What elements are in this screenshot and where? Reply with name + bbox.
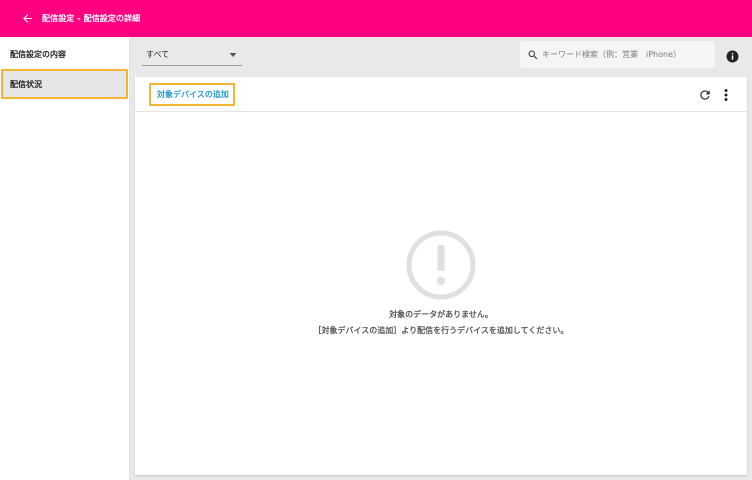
arrow-left-icon: [22, 14, 32, 23]
refresh-icon: [700, 90, 710, 100]
main-content: すべて 対象デバイスの追加: [130, 37, 752, 480]
more-vert-icon: [724, 89, 728, 101]
card-header: 対象デバイスの追加: [135, 77, 747, 112]
page-title: 配信設定 - 配信設定の詳細: [42, 14, 141, 23]
info-icon: [726, 50, 739, 63]
filter-select-value: すべて: [146, 50, 170, 59]
refresh-button[interactable]: [698, 87, 712, 101]
sidebar: 配信設定の内容 配信状況: [0, 37, 130, 480]
more-options-button[interactable]: [721, 87, 731, 101]
sidebar-item-delivery-status[interactable]: 配信状況: [1, 69, 128, 99]
sidebar-item-label: 配信状況: [10, 79, 42, 89]
empty-state: 対象のデータがありません。 ［対象デバイスの追加］より配信を行うデバイスを追加し…: [135, 229, 747, 339]
app-header: 配信設定 - 配信設定の詳細: [0, 0, 752, 37]
search-box[interactable]: [520, 41, 715, 68]
info-button[interactable]: [726, 48, 739, 63]
toolbar: すべて: [130, 37, 752, 73]
add-device-button[interactable]: 対象デバイスの追加: [149, 83, 235, 106]
empty-message: 対象のデータがありません。 ［対象デバイスの追加］より配信を行うデバイスを追加し…: [314, 307, 569, 339]
alert-circle-icon: [406, 230, 476, 300]
sidebar-item-settings-content[interactable]: 配信設定の内容: [0, 39, 129, 69]
dropdown-arrow-icon: [229, 52, 237, 57]
sidebar-item-label: 配信設定の内容: [10, 49, 66, 59]
empty-message-line2: ［対象デバイスの追加］より配信を行うデバイスを追加してください。: [313, 326, 569, 335]
empty-message-line1: 対象のデータがありません。: [389, 310, 493, 319]
search-icon: [528, 50, 538, 59]
filter-select[interactable]: すべて: [142, 44, 242, 66]
back-button[interactable]: [18, 10, 36, 28]
device-list-card: 対象デバイスの追加 対象のデータがありません。 ［対象デバイスの追加］より配信を…: [135, 77, 747, 475]
search-input[interactable]: [542, 50, 702, 59]
